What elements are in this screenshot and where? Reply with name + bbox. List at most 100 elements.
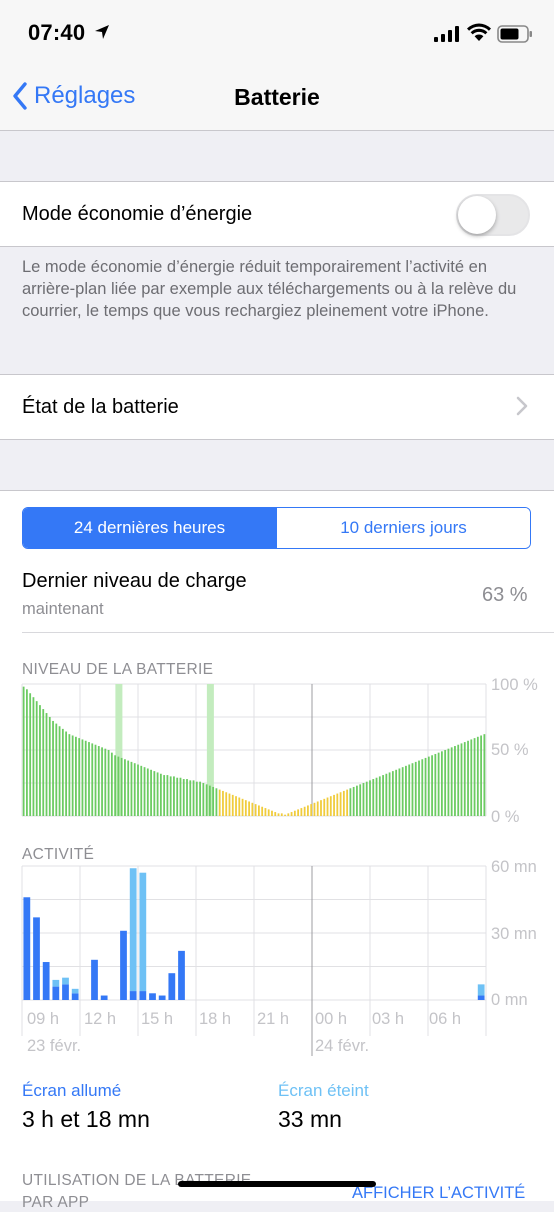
battery-level-bar <box>176 777 179 816</box>
battery-level-bar <box>476 736 479 816</box>
battery-level-bar <box>140 765 143 816</box>
battery-level-bar <box>313 802 316 816</box>
battery-level-bar <box>444 750 447 816</box>
battery-level-bar <box>195 781 198 816</box>
battery-level-bar <box>78 738 81 816</box>
screen-on-value: 3 h et 18 mn <box>22 1106 150 1132</box>
activity-bar-screen-on <box>52 986 60 1000</box>
battery-level-bar <box>146 768 149 816</box>
battery-level-bar <box>320 800 322 816</box>
battery-level-bar <box>133 763 136 816</box>
activity-bar-screen-on <box>42 962 50 1000</box>
battery-level-bar <box>457 744 460 816</box>
activity-bar-screen-on <box>23 897 31 1000</box>
battery-level-bar <box>42 709 45 816</box>
battery-level-bar <box>58 726 61 816</box>
date-label-24-feb: 24 févr. <box>315 1037 370 1055</box>
battery-level-bar <box>356 785 358 816</box>
battery-icon <box>497 25 532 43</box>
activity-bar-screen-on <box>139 991 147 1000</box>
battery-level-bar <box>274 812 277 816</box>
battery-level-bar <box>483 734 486 816</box>
battery-level-bar <box>235 796 237 816</box>
battery-level-bar <box>81 739 84 816</box>
x-tick-18h: 18 h <box>199 1010 232 1028</box>
battery-level-bar <box>94 744 97 816</box>
battery-level-bar <box>238 797 241 816</box>
battery-level-bar <box>228 793 231 816</box>
activity-bar-screen-on <box>91 959 98 1000</box>
x-tick-21h: 21 h <box>257 1010 290 1028</box>
battery-level-bar <box>231 794 234 816</box>
level-y-tick-50: 50 % <box>491 741 529 759</box>
battery-level-bar <box>307 805 309 816</box>
battery-level-bar <box>467 740 469 816</box>
battery-level-bar <box>202 783 205 816</box>
battery-level-bar <box>173 776 175 816</box>
level-y-tick-100: 100 % <box>491 676 538 694</box>
usage-subtitle: PAR APP <box>22 1194 90 1211</box>
activity-chart <box>21 865 487 1056</box>
battery-level-bar <box>84 740 87 816</box>
segment-10-days[interactable]: 10 derniers jours <box>276 508 530 548</box>
battery-level-bar <box>431 755 433 816</box>
x-tick-12h: 12 h <box>84 1010 117 1028</box>
battery-level-bar <box>362 783 365 816</box>
battery-level-bar <box>261 806 264 816</box>
x-tick-03h: 03 h <box>372 1010 405 1028</box>
home-indicator <box>178 1181 376 1187</box>
activity-bar-screen-off <box>129 868 137 992</box>
activity-bar-screen-off <box>71 988 79 994</box>
battery-level-bar <box>346 789 349 816</box>
battery-level-bar <box>251 802 254 816</box>
period-segmented-control: 24 dernières heures 10 derniers jours <box>22 507 531 549</box>
battery-level-bar <box>205 784 208 816</box>
battery-level-bar <box>32 697 35 816</box>
low-power-mode-footnote: Le mode économie d’énergie réduit tempor… <box>22 258 517 320</box>
battery-level-bar <box>388 772 391 816</box>
activity-y-tick-30: 30 mn <box>491 925 537 943</box>
battery-level-bar <box>454 746 456 816</box>
battery-level-bar <box>473 738 476 816</box>
activity-bar-screen-off <box>139 872 147 992</box>
battery-level-bar <box>359 784 362 816</box>
show-activity-link[interactable]: AFFICHER L’ACTIVITÉ <box>352 1184 525 1203</box>
battery-level-bar <box>71 735 74 816</box>
battery-level-bar <box>258 805 260 816</box>
battery-level-bar <box>91 743 94 816</box>
battery-level-bar <box>117 756 120 816</box>
battery-level-bar <box>424 757 427 816</box>
screen-off-value: 33 mn <box>278 1106 342 1132</box>
battery-level-bar <box>280 813 283 816</box>
battery-level-bar <box>241 798 244 816</box>
screen-off-label: Écran éteint <box>278 1081 369 1100</box>
battery-level-bar <box>29 693 32 816</box>
battery-level-bar <box>385 773 388 816</box>
segment-24-hours[interactable]: 24 dernières heures <box>23 508 276 548</box>
battery-level-bar <box>297 809 300 816</box>
low-power-mode-label: Mode économie d’énergie <box>22 203 253 225</box>
battery-level-bar <box>414 761 417 816</box>
battery-level-bar <box>107 750 110 816</box>
activity-bar-screen-off <box>62 977 69 985</box>
x-tick-00h: 00 h <box>315 1010 348 1028</box>
battery-level-bar <box>329 796 332 816</box>
battery-level-bar <box>127 760 130 816</box>
toggle-knob <box>458 196 496 234</box>
last-charge-time: maintenant <box>22 600 104 618</box>
battery-level-bar <box>398 768 401 816</box>
battery-level-bar <box>45 713 48 816</box>
battery-health-row[interactable]: État de la batterie <box>0 374 554 440</box>
battery-level-bar <box>375 777 378 816</box>
battery-level-bar <box>336 793 339 816</box>
cellular-signal-icon <box>434 26 459 42</box>
battery-level-bar <box>222 790 224 816</box>
battery-level-bar <box>365 781 368 816</box>
battery-level-bar <box>440 751 443 816</box>
last-charge-value: 63 % <box>482 584 528 606</box>
status-time: 07:40 <box>28 20 86 45</box>
low-power-mode-toggle[interactable] <box>456 194 530 236</box>
battery-level-bar <box>75 736 77 816</box>
battery-level-bar <box>326 797 329 816</box>
battery-level-bar <box>352 786 355 816</box>
